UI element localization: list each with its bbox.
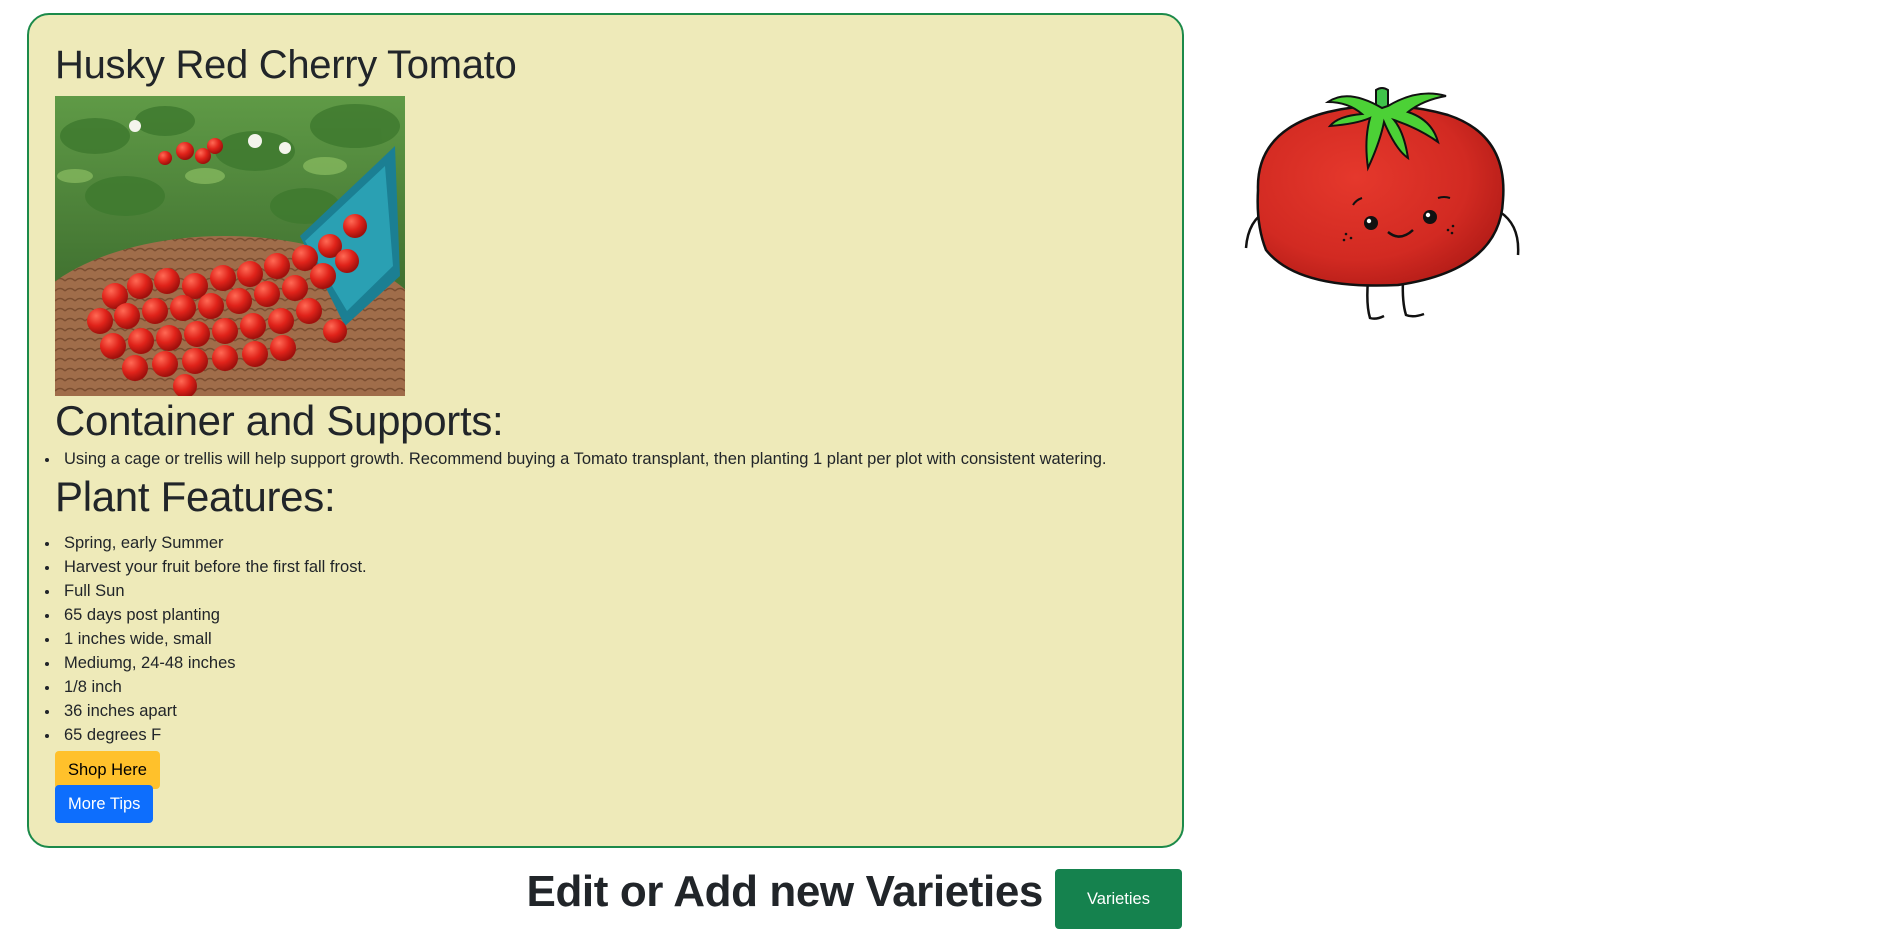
list-item: 1/8 inch [45, 675, 1162, 699]
list-item: 65 degrees F [45, 723, 1162, 747]
footer-title: Edit or Add new Varieties [526, 867, 1044, 916]
features-heading: Plant Features: [55, 473, 336, 520]
card-body: Husky Red Cherry Tomato Container and Su… [55, 43, 1162, 823]
list-item: Mediumg, 24-48 inches [45, 651, 1162, 675]
shop-here-button[interactable]: Shop Here [55, 751, 160, 789]
features-list: Spring, early Summer Harvest your fruit … [45, 531, 1162, 747]
list-item: 65 days post planting [45, 603, 1162, 627]
container-list: Using a cage or trellis will help suppor… [45, 447, 1162, 471]
list-item: Spring, early Summer [45, 531, 1162, 555]
list-item: Using a cage or trellis will help suppor… [45, 447, 1162, 471]
list-item: Harvest your fruit before the first fall… [45, 555, 1162, 579]
tomato-photo [55, 96, 405, 396]
container-heading: Container and Supports: [55, 397, 504, 444]
shop-button-wrap: Shop Here [55, 747, 1162, 789]
card-title: Husky Red Cherry Tomato [55, 43, 517, 87]
tips-button-wrap: More Tips [55, 785, 1162, 823]
variety-card: Husky Red Cherry Tomato Container and Su… [27, 13, 1184, 848]
list-item: 36 inches apart [45, 699, 1162, 723]
tomato-mascot-icon [1238, 80, 1528, 320]
list-item: Full Sun [45, 579, 1162, 603]
page: Husky Red Cherry Tomato Container and Su… [0, 0, 1886, 929]
varieties-button[interactable]: Varieties [1055, 869, 1182, 929]
more-tips-button[interactable]: More Tips [55, 785, 154, 823]
footer-title-wrap: Edit or Add new Varieties [527, 868, 1044, 916]
list-item: 1 inches wide, small [45, 627, 1162, 651]
